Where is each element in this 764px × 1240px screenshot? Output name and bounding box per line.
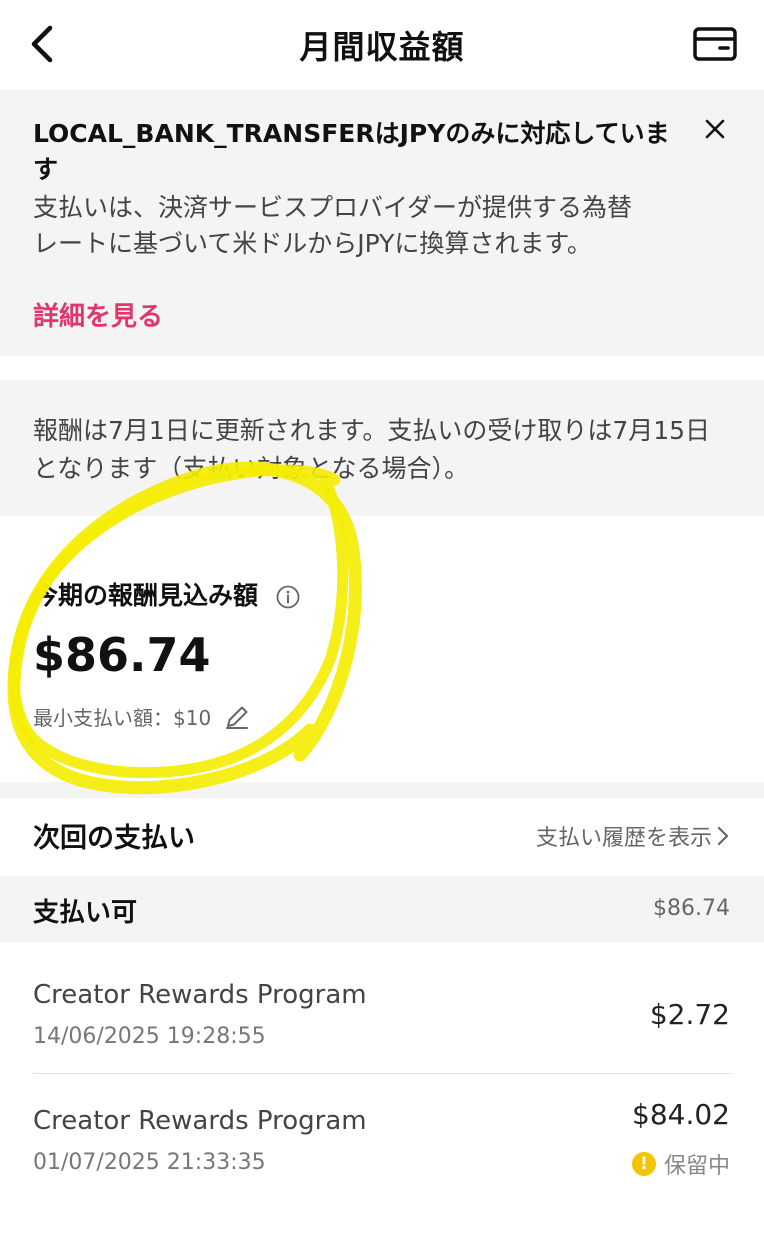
pencil-icon[interactable] (223, 703, 251, 731)
payable-row: 支払い可 $86.74 (0, 876, 764, 942)
payable-label: 支払い可 (33, 898, 138, 928)
transaction-amount: $84.02 (632, 1098, 730, 1131)
estimated-earnings-label-text: 今期の報酬見込み額 (33, 581, 259, 610)
update-info-section: 報酬は7月1日に更新されます。支払いの受け取りは7月15日となります（支払い対象… (0, 380, 764, 516)
transaction-name: Creator Rewards Program (33, 1106, 367, 1136)
estimated-earnings-section: 今期の報酬見込み額 $86.74 最小支払い額：$10 (0, 516, 764, 782)
next-payment-title: 次回の支払い (33, 823, 195, 854)
min-payout-text: 最小支払い額：$10 (33, 706, 212, 730)
app-header: 月間収益額 (0, 0, 764, 90)
chevron-right-icon (717, 826, 729, 846)
section-divider (0, 782, 764, 798)
notice-body: 支払いは、決済サービスプロバイダーが提供する為替レートに基づいて米ドルからJPY… (33, 193, 633, 258)
payment-history-link[interactable]: 支払い履歴を表示 (536, 820, 730, 852)
estimated-earnings-amount: $86.74 (33, 628, 211, 682)
update-info-text: 報酬は7月1日に更新されます。支払いの受け取りは7月15日となります（支払い対象… (33, 416, 711, 483)
estimated-earnings-label: 今期の報酬見込み額 (33, 576, 301, 612)
payment-history-link-text: 支払い履歴を表示 (535, 826, 712, 851)
notice-title: LOCAL_BANK_TRANSFERはJPYのみに対応しています (33, 119, 670, 184)
page-title: 月間収益額 (299, 28, 465, 66)
pending-status-text: 保留中 (663, 1154, 730, 1179)
transaction-date: 14/06/2025 19:28:55 (33, 1024, 266, 1049)
transaction-name: Creator Rewards Program (33, 980, 367, 1010)
next-payment-header: 次回の支払い 支払い履歴を表示 (0, 798, 764, 876)
warning-icon: ! (631, 1152, 656, 1176)
min-payout-row: 最小支払い額：$10 (33, 702, 251, 731)
transaction-date: 01/07/2025 21:33:35 (33, 1150, 266, 1175)
transaction-amount: $2.72 (649, 998, 730, 1031)
transaction-row[interactable]: Creator Rewards Program 14/06/2025 19:28… (0, 948, 764, 1074)
wallet-icon[interactable] (692, 24, 738, 64)
info-icon[interactable] (275, 584, 301, 610)
transaction-row[interactable]: Creator Rewards Program 01/07/2025 21:33… (0, 1074, 764, 1200)
currency-notice-banner: LOCAL_BANK_TRANSFERはJPYのみに対応しています 支払いは、決… (0, 90, 764, 356)
pending-status: ! 保留中 (631, 1148, 730, 1180)
payable-amount: $86.74 (653, 896, 730, 921)
see-details-link[interactable]: 詳細を見る (33, 296, 163, 333)
close-icon[interactable] (702, 116, 728, 142)
